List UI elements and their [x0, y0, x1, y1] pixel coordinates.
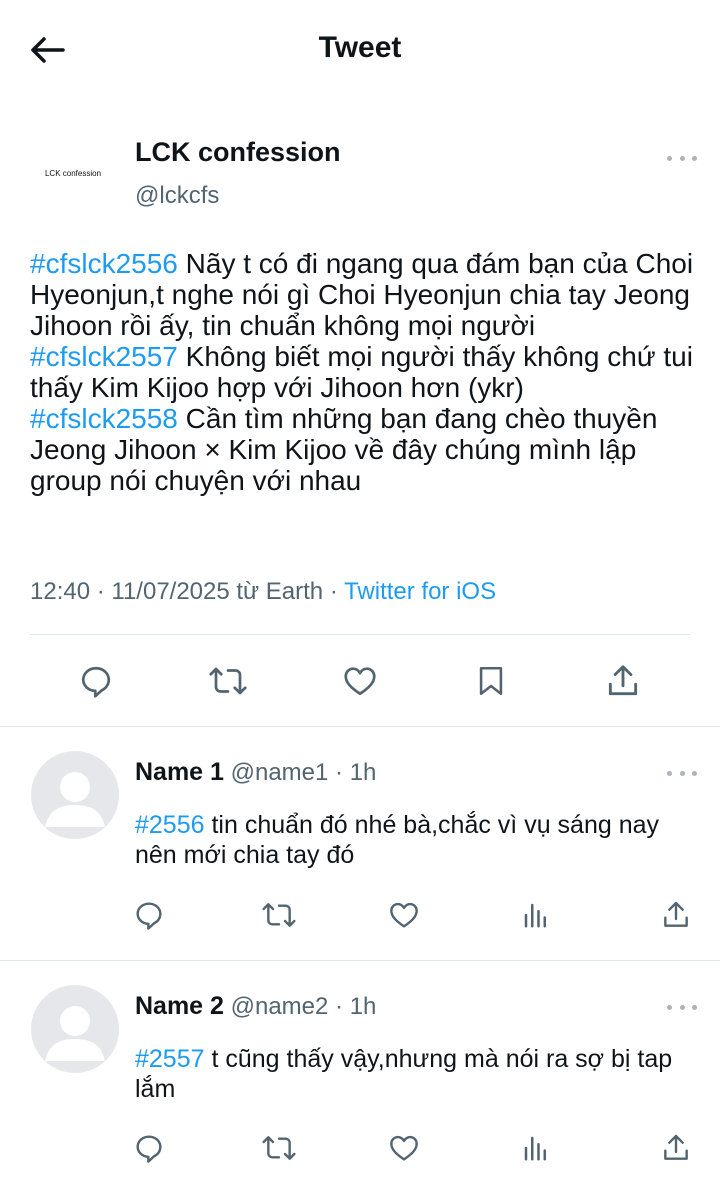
reply-handle-time: @name1 · 1h	[223, 759, 377, 786]
author-name[interactable]: LCK confession	[135, 135, 341, 169]
share-button[interactable]	[600, 658, 646, 704]
bookmark-icon	[479, 666, 503, 696]
hashtag-link[interactable]: #cfslck2557	[30, 341, 178, 372]
reply-text: #2557 t cũng thấy vậy,nhưng mà nói ra sợ…	[135, 1044, 695, 1104]
reply-body: t cũng thấy vậy,nhưng mà nói ra sợ bị ta…	[135, 1045, 673, 1103]
top-bar: Tweet	[0, 0, 720, 100]
reply-body: tin chuẩn đó nhé bà,chắc vì vụ sáng nay …	[135, 811, 660, 869]
reply-author-name[interactable]: Name 2	[135, 992, 224, 1020]
section-divider	[0, 726, 720, 727]
tweet-meta: 12:40 · 11/07/2025 từ Earth · Twitter fo…	[30, 576, 496, 608]
avatar-label: LCK confession	[44, 168, 102, 178]
divider	[30, 634, 690, 635]
like-icon	[344, 667, 376, 696]
reply-icon	[136, 902, 162, 930]
reply-reply-button[interactable]	[129, 895, 169, 935]
dot	[679, 1004, 685, 1010]
section-divider	[0, 960, 720, 961]
share-icon	[664, 901, 688, 927]
reply-avatar[interactable]	[31, 751, 119, 839]
analytics-icon	[524, 903, 546, 928]
reply-author-name[interactable]: Name 1	[135, 758, 224, 786]
retweet-button[interactable]	[205, 658, 251, 704]
hashtag-link[interactable]: #2556	[135, 811, 205, 839]
dot	[692, 155, 697, 161]
dot	[679, 770, 685, 776]
like-button[interactable]	[337, 658, 383, 704]
author-avatar[interactable]: LCK confession	[30, 140, 116, 206]
dot	[667, 1004, 672, 1010]
share-icon	[664, 1134, 688, 1160]
reply-handle-time: @name2 · 1h	[223, 993, 377, 1020]
reply-icon	[81, 666, 111, 698]
dot	[692, 770, 697, 776]
reply-more-button[interactable]	[667, 765, 697, 781]
reply-like-button[interactable]	[384, 1128, 424, 1168]
dot	[667, 155, 672, 161]
reply-button[interactable]	[73, 658, 119, 704]
reply-views-button[interactable]	[516, 1128, 556, 1168]
source-link[interactable]: Twitter for iOS	[344, 578, 496, 605]
hashtag-link[interactable]: #cfslck2556	[30, 248, 178, 279]
reply-reply-button[interactable]	[129, 1128, 169, 1168]
reply-text: #2556 tin chuẩn đó nhé bà,chắc vì vụ sán…	[135, 810, 695, 870]
bookmark-button[interactable]	[468, 658, 514, 704]
like-icon	[390, 1135, 418, 1161]
hashtag-link[interactable]: #cfslck2558	[30, 403, 178, 434]
back-button[interactable]	[26, 30, 68, 70]
tweet-paragraph: #cfslck2558 Cần tìm những bạn đang chèo …	[30, 403, 700, 496]
reply-retweet-button[interactable]	[259, 1128, 299, 1168]
reply-like-button[interactable]	[384, 895, 424, 935]
reply-more-button[interactable]	[667, 999, 697, 1015]
reply-header: Name 2 @name2 · 1h	[135, 990, 376, 1023]
tweet-text: #cfslck2556 Nãy t có đi ngang qua đám bạ…	[30, 248, 700, 496]
reply-icon	[136, 1135, 162, 1163]
tweet-paragraph: #cfslck2556 Nãy t có đi ngang qua đám bạ…	[30, 248, 700, 341]
more-options-button[interactable]	[667, 150, 697, 166]
page-title: Tweet	[318, 31, 402, 64]
reply-share-button[interactable]	[656, 895, 696, 935]
arrow-left-icon	[31, 37, 65, 63]
default-avatar-icon	[45, 772, 105, 827]
like-icon	[390, 902, 418, 928]
reply-share-button[interactable]	[656, 1128, 696, 1168]
reply-avatar[interactable]	[31, 985, 119, 1073]
tweet-timestamp: 12:40 · 11/07/2025 từ Earth ·	[30, 578, 345, 605]
default-avatar-icon	[45, 1006, 105, 1061]
author-handle[interactable]: @lckcfs	[135, 180, 219, 212]
reply-views-button[interactable]	[516, 895, 556, 935]
dot	[692, 1004, 697, 1010]
hashtag-link[interactable]: #2557	[135, 1045, 205, 1073]
reply-header: Name 1 @name1 · 1h	[135, 756, 376, 789]
retweet-icon	[262, 1136, 296, 1160]
retweet-icon	[262, 903, 296, 927]
reply-retweet-button[interactable]	[259, 895, 299, 935]
analytics-icon	[524, 1136, 546, 1161]
dot	[667, 770, 672, 776]
retweet-icon	[209, 667, 247, 695]
share-icon	[608, 665, 638, 696]
dot	[679, 155, 685, 161]
tweet-paragraph: #cfslck2557 Không biết mọi người thấy kh…	[30, 341, 700, 403]
